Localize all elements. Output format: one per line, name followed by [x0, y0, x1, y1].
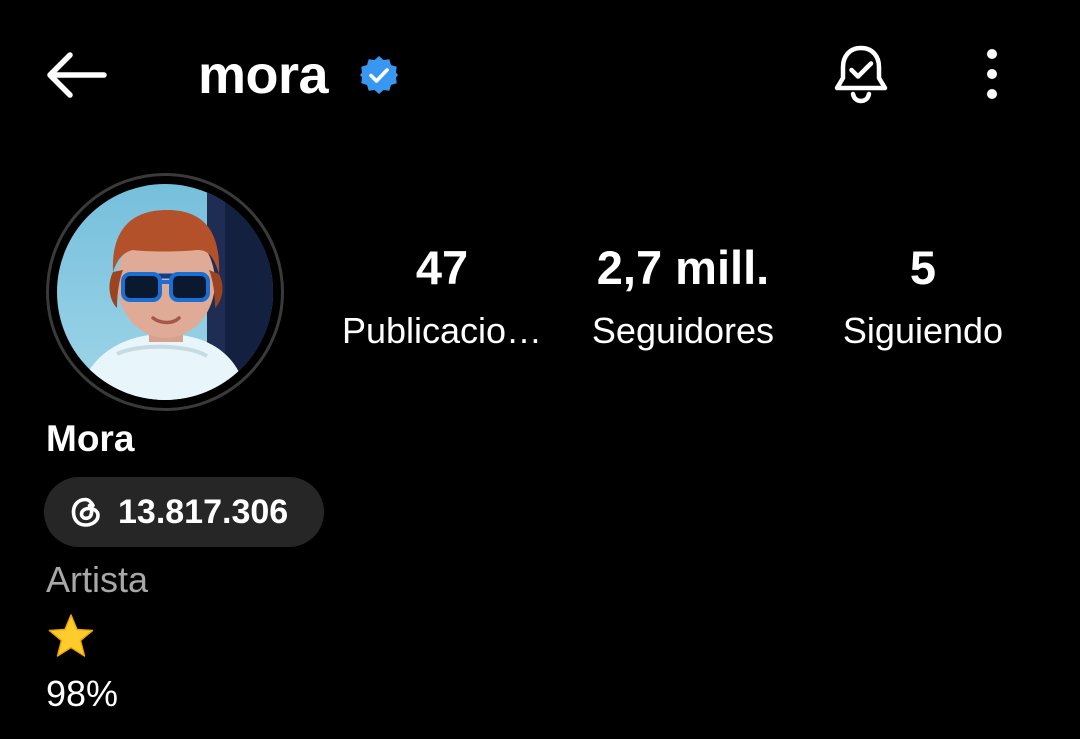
profile-username: mora [198, 45, 329, 105]
verified-badge-icon [358, 54, 400, 96]
following-count: 5 [909, 241, 937, 294]
more-options-icon [987, 49, 997, 99]
display-name: Mora [46, 418, 135, 459]
stat-posts[interactable]: 47 Publicacio… [322, 240, 562, 354]
followers-label: Seguidores [591, 310, 775, 351]
following-label: Siguiendo [842, 310, 1004, 351]
bio-text: 98% [46, 673, 119, 714]
posts-count: 47 [415, 241, 469, 294]
profile-photo [57, 184, 273, 400]
followers-count: 2,7 mill. [596, 241, 770, 294]
more-options-button[interactable] [972, 44, 1012, 104]
stat-followers[interactable]: 2,7 mill. Seguidores [563, 240, 803, 354]
star-icon [46, 612, 96, 662]
notification-bell-icon [834, 45, 888, 104]
threads-badge-button[interactable]: 13.817.306 [44, 477, 324, 547]
profile-category: Artista [46, 559, 149, 600]
threads-icon [71, 497, 100, 527]
back-button[interactable] [40, 44, 110, 106]
top-bar: mora [0, 0, 1080, 150]
back-arrow-icon [47, 52, 107, 98]
avatar[interactable] [57, 184, 273, 400]
notifications-button[interactable] [828, 40, 894, 108]
stat-following[interactable]: 5 Siguiendo [803, 240, 1043, 354]
posts-label: Publicacio… [341, 310, 543, 351]
threads-count: 13.817.306 [118, 493, 289, 531]
